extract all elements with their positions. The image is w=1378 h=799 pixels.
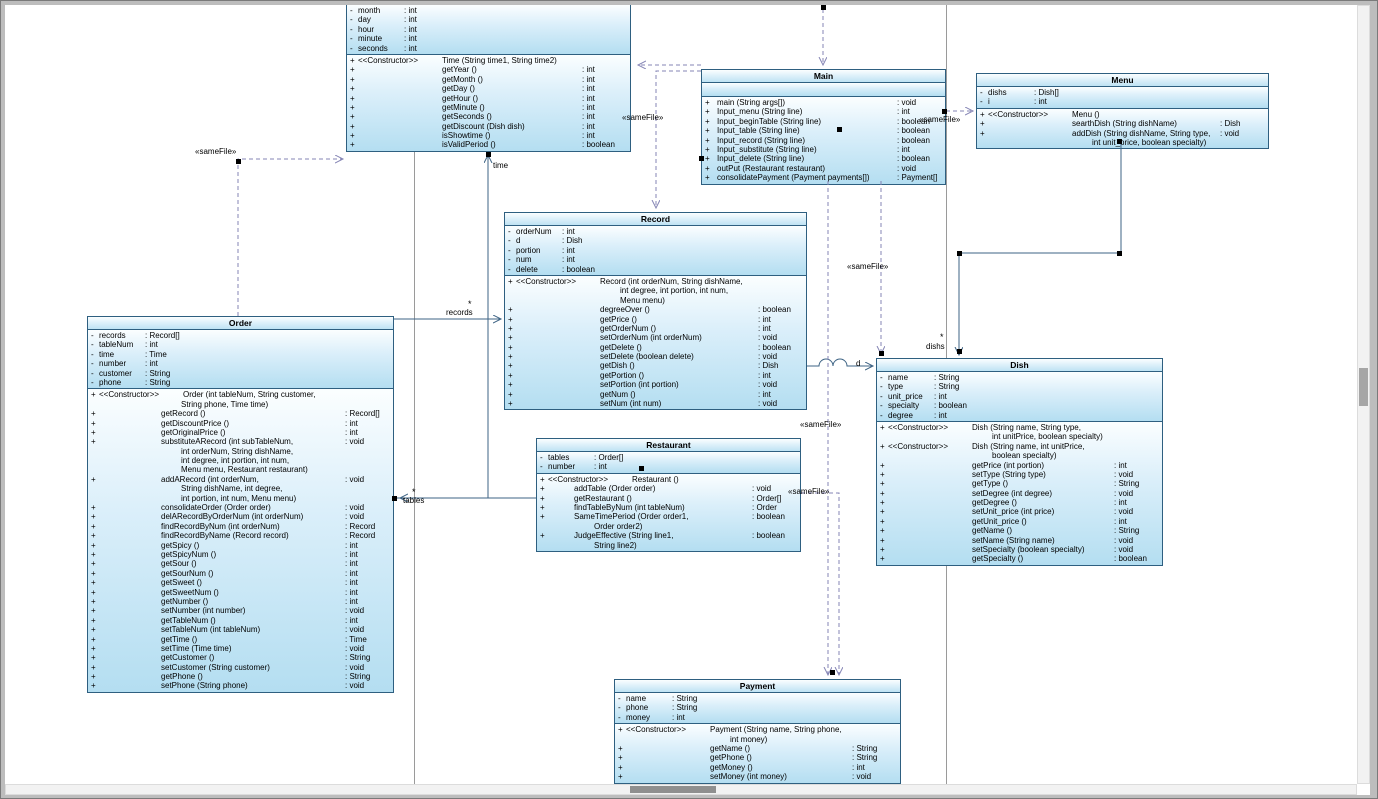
handles-layer — [1, 1, 1377, 798]
connector-handle[interactable] — [1117, 139, 1122, 144]
connector-handle[interactable] — [957, 349, 962, 354]
window-frame-left — [1, 1, 5, 798]
vertical-scrollbar[interactable] — [1357, 5, 1370, 784]
connector-handle[interactable] — [236, 159, 241, 164]
window-frame-top — [1, 1, 1377, 5]
connector-handle[interactable] — [957, 251, 962, 256]
connector-handle[interactable] — [392, 496, 397, 501]
connector-handle[interactable] — [699, 156, 704, 161]
connector-handle[interactable] — [879, 351, 884, 356]
connector-handle[interactable] — [942, 109, 947, 114]
connector-handle[interactable] — [837, 127, 842, 132]
window-frame-bottom — [1, 795, 1377, 798]
connector-handle[interactable] — [486, 152, 491, 157]
horizontal-scrollbar-thumb[interactable] — [630, 786, 716, 793]
connector-handle[interactable] — [821, 5, 826, 10]
connector-handle[interactable] — [639, 466, 644, 471]
connector-handle[interactable] — [1117, 251, 1122, 256]
window-frame-right — [1370, 1, 1377, 798]
horizontal-scrollbar[interactable] — [5, 784, 1357, 795]
connector-handle[interactable] — [830, 670, 835, 675]
vertical-scrollbar-thumb[interactable] — [1359, 368, 1368, 406]
app-window: Time-month: int-day: int-hour: int-minut… — [0, 0, 1378, 799]
diagram-canvas[interactable]: Time-month: int-day: int-hour: int-minut… — [1, 1, 1377, 798]
